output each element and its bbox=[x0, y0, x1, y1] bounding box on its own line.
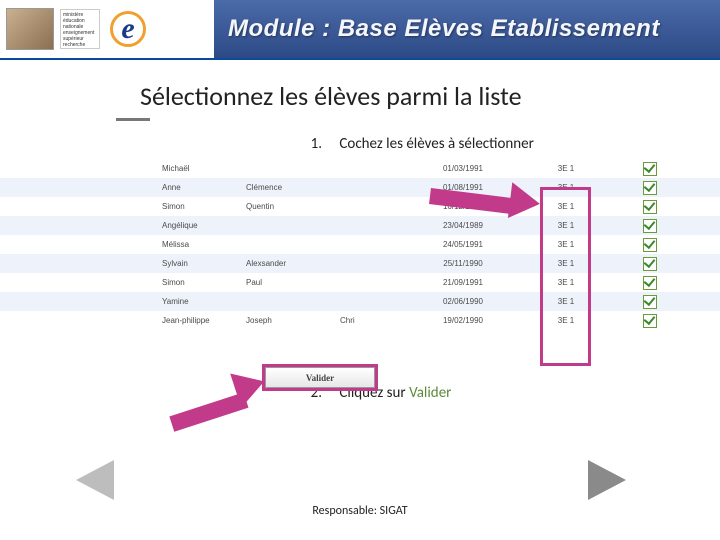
footer-responsible: Responsable: SIGAT bbox=[0, 504, 720, 518]
cell-classe: 3E 1 bbox=[512, 221, 620, 230]
instruction-1: 1. Cochez les élèves à sélectionner bbox=[300, 135, 720, 153]
cell-classe: 3E 1 bbox=[512, 278, 620, 287]
instruction-text: Cochez les élèves à sélectionner bbox=[339, 135, 533, 153]
cell-date: 02/06/1990 bbox=[414, 297, 512, 306]
table-row: AnneClémence01/08/19913E 1 bbox=[0, 178, 720, 197]
row-checkbox[interactable] bbox=[643, 162, 657, 176]
cell-date: 21/09/1991 bbox=[414, 278, 512, 287]
cell-prenom2: Quentin bbox=[242, 202, 336, 211]
table-row: Mélissa 24/05/19913E 1 bbox=[0, 235, 720, 254]
row-checkbox[interactable] bbox=[643, 276, 657, 290]
table-row: SimonPaul 21/09/19913E 1 bbox=[0, 273, 720, 292]
cell-prenom1: Angélique bbox=[158, 221, 242, 230]
cell-classe: 3E 1 bbox=[512, 259, 620, 268]
cell-date: 23/04/1989 bbox=[414, 221, 512, 230]
row-checkbox[interactable] bbox=[643, 219, 657, 233]
cell-prenom1: Mélissa bbox=[158, 240, 242, 249]
instruction-valider-word: Valider bbox=[409, 384, 451, 402]
validate-button[interactable]: Valider bbox=[265, 367, 375, 388]
cell-prenom2: Paul bbox=[242, 278, 336, 287]
table-row: Jean-philippeJosephChri19/02/19903E 1 bbox=[0, 311, 720, 330]
cell-date: 25/11/1990 bbox=[414, 259, 512, 268]
cell-classe: 3E 1 bbox=[512, 164, 620, 173]
row-checkbox[interactable] bbox=[643, 314, 657, 328]
cell-date: 19/02/1990 bbox=[414, 316, 512, 325]
cell-classe: 3E 1 bbox=[512, 240, 620, 249]
table-row: Michaël 01/03/19913E 1 bbox=[0, 159, 720, 178]
ministry-text-logo: ministère éducation nationale enseigneme… bbox=[60, 9, 100, 49]
validate-button-highlight: Valider bbox=[262, 364, 378, 391]
table-row: SimonQuentin16/12/19903E 1 bbox=[0, 197, 720, 216]
row-checkbox[interactable] bbox=[643, 238, 657, 252]
cell-prenom1: Simon bbox=[158, 278, 242, 287]
cell-prenom1: Jean-philippe bbox=[158, 316, 242, 325]
page-title: Sélectionnez les élèves parmi la liste bbox=[140, 80, 720, 112]
cell-classe: 3E 1 bbox=[512, 297, 620, 306]
instruction-number: 1. bbox=[300, 135, 322, 153]
row-checkbox[interactable] bbox=[643, 257, 657, 271]
cell-prenom1: Michaël bbox=[158, 164, 242, 173]
next-slide-button[interactable] bbox=[588, 460, 626, 500]
table-row: Yamine 02/06/19903E 1 bbox=[0, 292, 720, 311]
cell-classe: 3E 1 bbox=[512, 316, 620, 325]
header-logos: ministère éducation nationale enseigneme… bbox=[0, 0, 206, 58]
row-checkbox[interactable] bbox=[643, 200, 657, 214]
cell-prenom2: Clémence bbox=[242, 183, 336, 192]
photo-thumbnail bbox=[6, 8, 54, 50]
table-row: Angélique 23/04/19893E 1 bbox=[0, 216, 720, 235]
cell-prenom2: Alexsander bbox=[242, 259, 336, 268]
students-table: Michaël01/03/19913E 1AnneClémence01/08/1… bbox=[0, 159, 720, 330]
cell-prenom1: Anne bbox=[158, 183, 242, 192]
module-title: Module : Base Elèves Etablissement bbox=[214, 0, 720, 58]
cell-date: 01/03/1991 bbox=[414, 164, 512, 173]
cell-date: 24/05/1991 bbox=[414, 240, 512, 249]
row-checkbox[interactable] bbox=[643, 181, 657, 195]
previous-slide-button[interactable] bbox=[76, 460, 114, 500]
title-underline bbox=[116, 118, 150, 121]
header-banner: ministère éducation nationale enseigneme… bbox=[0, 0, 720, 60]
cell-date: 01/08/1991 bbox=[414, 183, 512, 192]
row-checkbox[interactable] bbox=[643, 295, 657, 309]
cell-prenom1: Simon bbox=[158, 202, 242, 211]
cell-prenom3: Chri bbox=[336, 316, 414, 325]
e-logo: e bbox=[106, 7, 150, 51]
table-row: SylvainAlexsander 25/11/19903E 1 bbox=[0, 254, 720, 273]
cell-prenom2: Joseph bbox=[242, 316, 336, 325]
cell-prenom1: Sylvain bbox=[158, 259, 242, 268]
cell-prenom1: Yamine bbox=[158, 297, 242, 306]
